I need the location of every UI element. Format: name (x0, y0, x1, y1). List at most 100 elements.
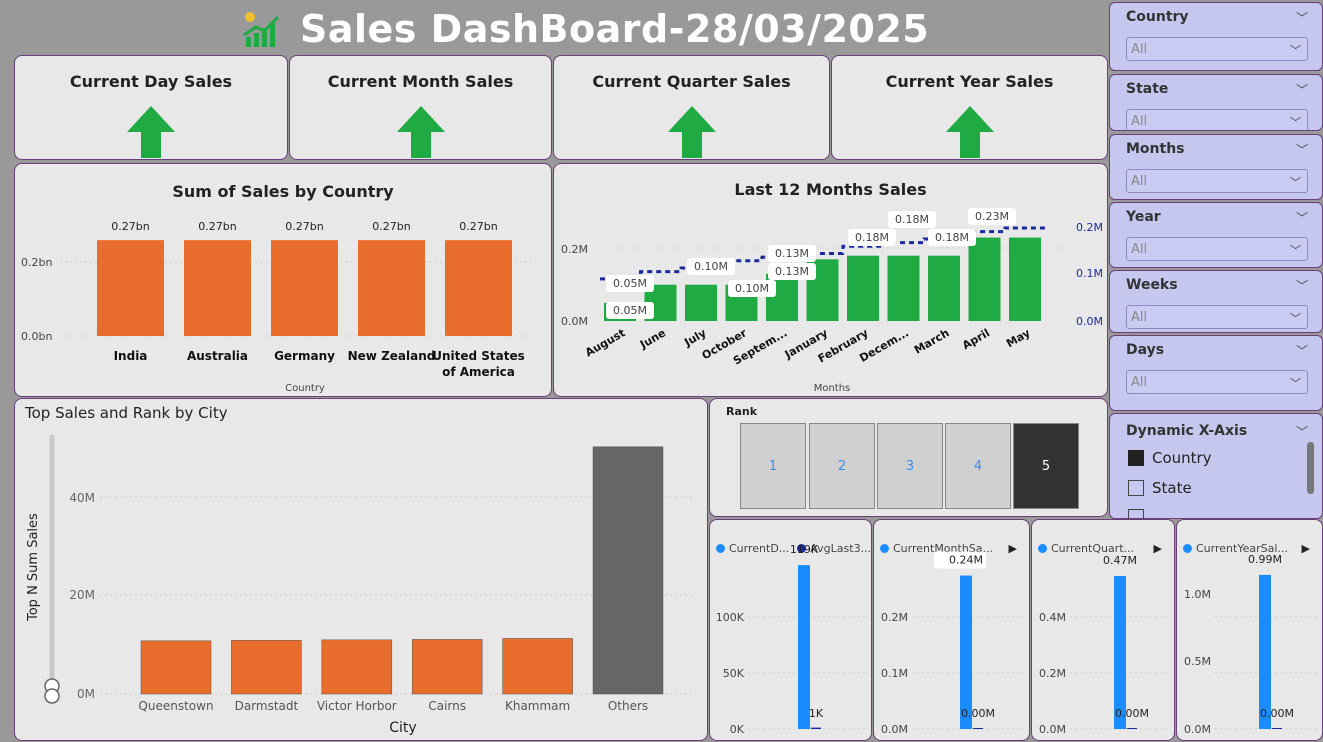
x-tick-label: Others (608, 699, 648, 713)
x-tick-label: New Zealand (348, 349, 436, 363)
kpi-card-year[interactable]: Current Year Sales (831, 55, 1108, 160)
x-axis-label: Country (285, 383, 325, 394)
rank-slicer[interactable]: Rank 1 2 3 4 5 (709, 398, 1108, 517)
city-bar-chart: Top N Sum Sales 40M 20M 0M City Queensto… (26, 434, 695, 736)
slicer-state[interactable]: State ﹀ All ﹀ (1109, 74, 1323, 131)
mini-chart-month[interactable]: CurrentMonthSa... ▶ 0.0M 0.1M 0.2M 0.24M… (873, 519, 1030, 741)
range-slider-handle[interactable] (44, 688, 60, 704)
rank-option-2[interactable]: 2 (809, 423, 875, 509)
bar (811, 727, 821, 729)
bar (184, 240, 251, 336)
bar (502, 638, 573, 695)
slicer-days[interactable]: Days ﹀ All ﹀ (1109, 335, 1323, 411)
slicer-weeks[interactable]: Weeks ﹀ All ﹀ (1109, 270, 1323, 333)
months-sales-chart[interactable]: Last 12 Months Sales 0.2M 0.0M 0.2M 0.1M… (553, 163, 1108, 397)
y-tick-label: 0.5M (1184, 655, 1211, 668)
scrollbar-thumb[interactable] (1307, 442, 1314, 494)
country-sales-chart[interactable]: Sum of Sales by Country 0.2bn 0.0bn Coun… (14, 163, 552, 397)
data-label: 0.27bn (198, 220, 236, 233)
mini-bar-chart: 0.0M 0.1M 0.2M 0.24M 0.00M (881, 551, 1025, 736)
chevron-down-icon: ﹀ (1290, 377, 1301, 390)
dashboard-header: Sales DashBoard-28/03/2025 (240, 4, 929, 54)
kpi-card-month[interactable]: Current Month Sales (289, 55, 552, 160)
slicer-dynamic-axis[interactable]: Dynamic X-Axis ﹀ Country State (1109, 413, 1323, 519)
chevron-down-icon[interactable]: ﹀ (1296, 81, 1308, 98)
city-sales-chart[interactable]: Top Sales and Rank by City Top N Sum Sal… (14, 398, 708, 741)
rank-option-1[interactable]: 1 (740, 423, 806, 509)
chevron-down-icon[interactable]: ﹀ (1296, 9, 1308, 26)
y-tick-label: 0.4M (1039, 611, 1066, 624)
y-tick-label: 0.2bn (21, 256, 52, 269)
checkbox-unchecked[interactable] (1128, 480, 1144, 496)
y-tick-label: 40M (69, 491, 95, 505)
slicer-dropdown[interactable]: All ﹀ (1126, 169, 1308, 193)
chevron-down-icon: ﹀ (1290, 312, 1301, 325)
data-label: 0.24M (949, 554, 983, 567)
kpi-card-quarter[interactable]: Current Quarter Sales (553, 55, 830, 160)
mini-chart-quarter[interactable]: CurrentQuart... ▶ 0.0M 0.2M 0.4M 0.47M 0.… (1031, 519, 1175, 741)
x-tick-label: July (681, 326, 708, 349)
kpi-card-day[interactable]: Current Day Sales (14, 55, 288, 160)
data-label: 0.99M (1248, 553, 1282, 566)
slicer-dropdown[interactable]: All ﹀ (1126, 305, 1308, 329)
rank-option-3[interactable]: 3 (877, 423, 943, 509)
axis-option-state[interactable]: State (1128, 479, 1192, 497)
mini-bar-chart: 0.0M 0.2M 0.4M 0.47M 0.00M (1039, 554, 1170, 736)
slicer-months[interactable]: Months ﹀ All ﹀ (1109, 134, 1323, 200)
chevron-down-icon: ﹀ (1290, 116, 1301, 129)
dropdown-value: All (1131, 242, 1148, 257)
x-tick-label: March (912, 326, 952, 356)
bar (358, 240, 425, 336)
slicer-year[interactable]: Year ﹀ All ﹀ (1109, 202, 1323, 268)
option-label: State (1152, 479, 1192, 497)
mini-bar-chart: 0.0M 0.5M 1.0M 0.99M 0.00M (1184, 553, 1318, 736)
y2-tick-label: 0.0M (1076, 315, 1103, 328)
checkbox-checked[interactable] (1128, 450, 1144, 466)
bar (1127, 728, 1137, 729)
slicer-country[interactable]: Country ﹀ All ﹀ (1109, 2, 1323, 71)
x-tick-label: Victor Horbor (317, 699, 397, 713)
axis-option-country[interactable]: Country (1128, 449, 1212, 467)
slicer-dropdown[interactable]: All ﹀ (1126, 37, 1308, 61)
chevron-down-icon[interactable]: ﹀ (1296, 342, 1308, 359)
y-tick-label: 0K (730, 723, 745, 736)
dropdown-value: All (1131, 375, 1148, 390)
x-tick-label: August (583, 326, 627, 359)
bar (271, 240, 338, 336)
y-tick-label: 0.0M (1184, 723, 1211, 736)
rank-option-4[interactable]: 4 (945, 423, 1011, 509)
bar (592, 446, 664, 695)
y-tick-label: 50K (723, 667, 745, 680)
bar (1009, 237, 1041, 321)
chevron-down-icon[interactable]: ﹀ (1296, 209, 1308, 226)
slicer-dropdown[interactable]: All ﹀ (1126, 109, 1308, 130)
bar (973, 728, 983, 729)
mini-chart-day[interactable]: CurrentD... AvgLast3... 0K 50K 100K 119K… (709, 519, 872, 741)
data-label: 0.47M (1103, 554, 1137, 567)
y-tick-label: 0.0M (1039, 723, 1066, 736)
chevron-down-icon: ﹀ (1290, 244, 1301, 257)
y-tick-label: 0.0M (881, 723, 908, 736)
data-label: 0.13M (775, 247, 809, 260)
data-label: 0.05M (613, 277, 647, 290)
data-label: 0.00M (1260, 707, 1294, 720)
x-axis-label: Months (814, 383, 851, 394)
chevron-down-icon: ﹀ (1290, 44, 1301, 57)
mini-bar-chart: 0K 50K 100K 119K 1K (716, 543, 867, 736)
y2-tick-label: 0.1M (1076, 267, 1103, 280)
rank-option-5[interactable]: 5 (1013, 423, 1079, 509)
data-label: 0.00M (1115, 707, 1149, 720)
mini-chart-year[interactable]: CurrentYearSal... ▶ 0.0M 0.5M 1.0M 0.99M… (1176, 519, 1323, 741)
chevron-down-icon[interactable]: ﹀ (1296, 277, 1308, 294)
slicer-dropdown[interactable]: All ﹀ (1126, 370, 1308, 394)
chevron-down-icon[interactable]: ﹀ (1296, 423, 1308, 440)
kpi-title: Current Year Sales (885, 72, 1054, 91)
slicer-dropdown[interactable]: All ﹀ (1126, 237, 1308, 261)
option-label: Country (1152, 449, 1212, 467)
checkbox-unchecked[interactable] (1128, 509, 1144, 518)
data-label: 0.27bn (111, 220, 149, 233)
x-axis-label: City (389, 720, 416, 736)
chevron-down-icon[interactable]: ﹀ (1296, 141, 1308, 158)
slicer-label: Year (1126, 209, 1161, 225)
y2-tick-label: 0.2M (1076, 221, 1103, 234)
